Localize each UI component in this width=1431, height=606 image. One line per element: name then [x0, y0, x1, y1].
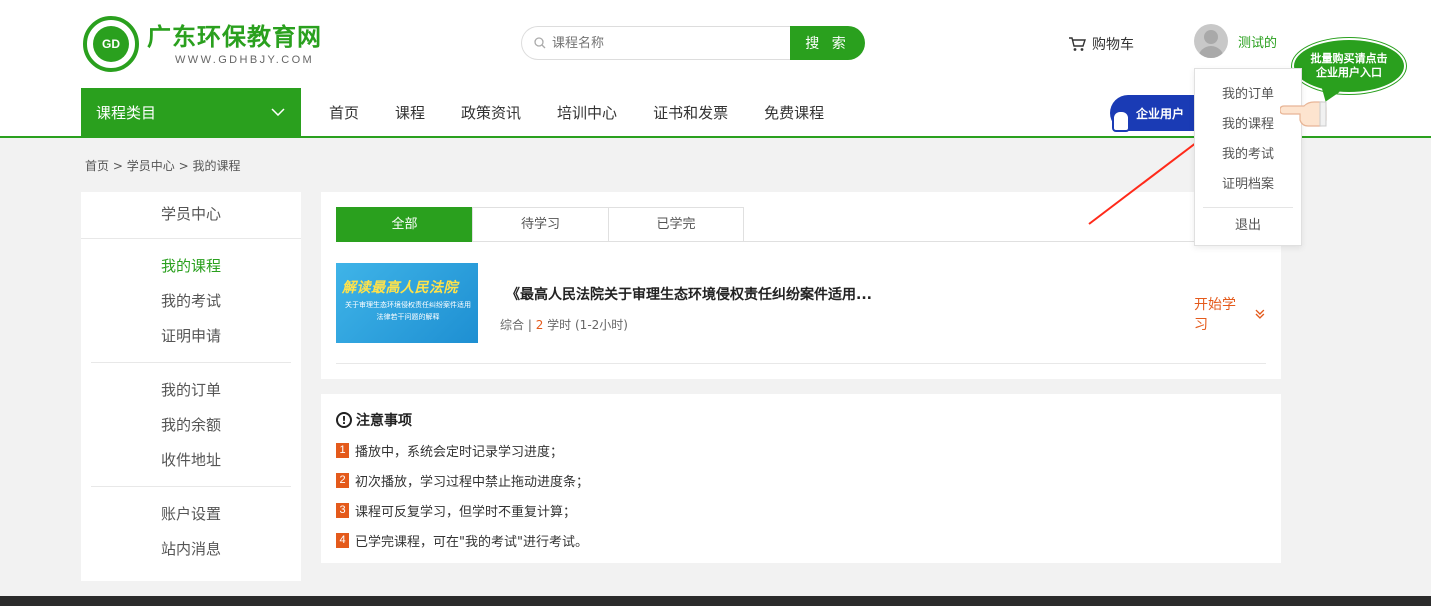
nav-item-training[interactable]: 培训中心	[557, 102, 617, 123]
nav-item-certificates[interactable]: 证书和发票	[653, 102, 728, 123]
dropdown-item-certificates[interactable]: 证明档案	[1195, 173, 1301, 192]
tab-completed[interactable]: 已学完	[608, 207, 744, 242]
sidebar-item-my-courses[interactable]: 我的课程	[81, 249, 301, 284]
dropdown-item-exams[interactable]: 我的考试	[1195, 143, 1301, 162]
search-button[interactable]: 搜 索	[790, 26, 865, 60]
username[interactable]: 测试的	[1238, 32, 1277, 51]
tab-all[interactable]: 全部	[336, 207, 472, 242]
notes-title: ! 注意事项	[336, 410, 1266, 430]
site-url: WWW.GDHBJY.COM	[175, 54, 315, 66]
main-nav: 课程类目 首页 课程 政策资讯 培训中心 证书和发票 免费课程	[81, 88, 860, 136]
category-menu-button[interactable]: 课程类目	[81, 88, 301, 136]
chevron-down-icon	[271, 108, 285, 116]
sidebar-item-account-settings[interactable]: 账户设置	[81, 497, 301, 532]
site-title: 广东环保教育网	[147, 23, 322, 51]
cart-icon	[1069, 37, 1086, 51]
dropdown-item-logout[interactable]: 退出	[1195, 214, 1301, 233]
pointing-hand-icon	[1280, 101, 1327, 127]
course-item: 解读最高人民法院 关于审理生态环境侵权责任纠纷案件适用法律若干问题的解释 《最高…	[336, 263, 1266, 364]
footer	[0, 596, 1431, 606]
avatar[interactable]	[1194, 24, 1228, 58]
note-item: 2 初次播放，学习过程中禁止拖动进度条；	[336, 471, 1266, 490]
sidebar-title: 学员中心	[81, 192, 301, 239]
breadcrumb-current: 我的课程	[192, 159, 241, 173]
breadcrumb-home[interactable]: 首页	[85, 159, 109, 173]
breadcrumb: 首页 > 学员中心 > 我的课程	[85, 159, 241, 173]
bulk-purchase-callout[interactable]: 批量购买请点击 企业用户入口	[1292, 38, 1406, 94]
double-chevron-down-icon	[1255, 309, 1265, 319]
logo-emblem-icon: GD	[83, 16, 139, 72]
search-input[interactable]	[552, 35, 772, 51]
sidebar-item-certificate-apply[interactable]: 证明申请	[81, 319, 301, 354]
search-icon	[534, 37, 546, 49]
nav-item-policy[interactable]: 政策资讯	[461, 102, 521, 123]
note-item: 3 课程可反复学习，但学时不重复计算；	[336, 501, 1266, 520]
user-menu[interactable]: 测试的	[1194, 24, 1277, 58]
breadcrumb-student-center[interactable]: 学员中心	[127, 159, 175, 173]
cart-label: 购物车	[1092, 37, 1134, 53]
sidebar-item-messages[interactable]: 站内消息	[81, 532, 301, 567]
sidebar-item-my-orders[interactable]: 我的订单	[81, 373, 301, 408]
start-learning-button[interactable]: 开始学习	[1194, 294, 1266, 334]
search-bar: 搜 索	[521, 26, 865, 60]
course-title[interactable]: 《最高人民法院关于审理生态环境侵权责任纠纷案件适用...	[506, 284, 872, 304]
tab-pending[interactable]: 待学习	[472, 207, 608, 242]
search-field[interactable]	[521, 26, 790, 60]
warning-icon: !	[336, 412, 352, 428]
nav-item-free-courses[interactable]: 免费课程	[764, 102, 824, 123]
course-meta: 综合 | 2 学时 (1-2小时)	[500, 318, 628, 332]
nav-item-home[interactable]: 首页	[329, 102, 359, 123]
cart-link[interactable]: 购物车	[1068, 34, 1134, 54]
note-item: 4 已学完课程，可在"我的考试"进行考试。	[336, 531, 1266, 550]
sidebar: 学员中心 我的课程 我的考试 证明申请 我的订单 我的余额 收件地址 账户设置 …	[81, 192, 301, 581]
note-item: 1 播放中，系统会定时记录学习进度；	[336, 441, 1266, 460]
sidebar-item-shipping-address[interactable]: 收件地址	[81, 443, 301, 478]
dropdown-divider	[1203, 207, 1293, 208]
sidebar-item-my-balance[interactable]: 我的余额	[81, 408, 301, 443]
course-thumbnail[interactable]: 解读最高人民法院 关于审理生态环境侵权责任纠纷案件适用法律若干问题的解释	[336, 263, 478, 343]
sidebar-item-my-exams[interactable]: 我的考试	[81, 284, 301, 319]
notes-panel: ! 注意事项 1 播放中，系统会定时记录学习进度； 2 初次播放，学习过程中禁止拖动…	[321, 394, 1281, 563]
site-logo[interactable]: GD 广东环保教育网 WWW.GDHBJY.COM	[83, 15, 343, 73]
nav-item-courses[interactable]: 课程	[395, 102, 425, 123]
